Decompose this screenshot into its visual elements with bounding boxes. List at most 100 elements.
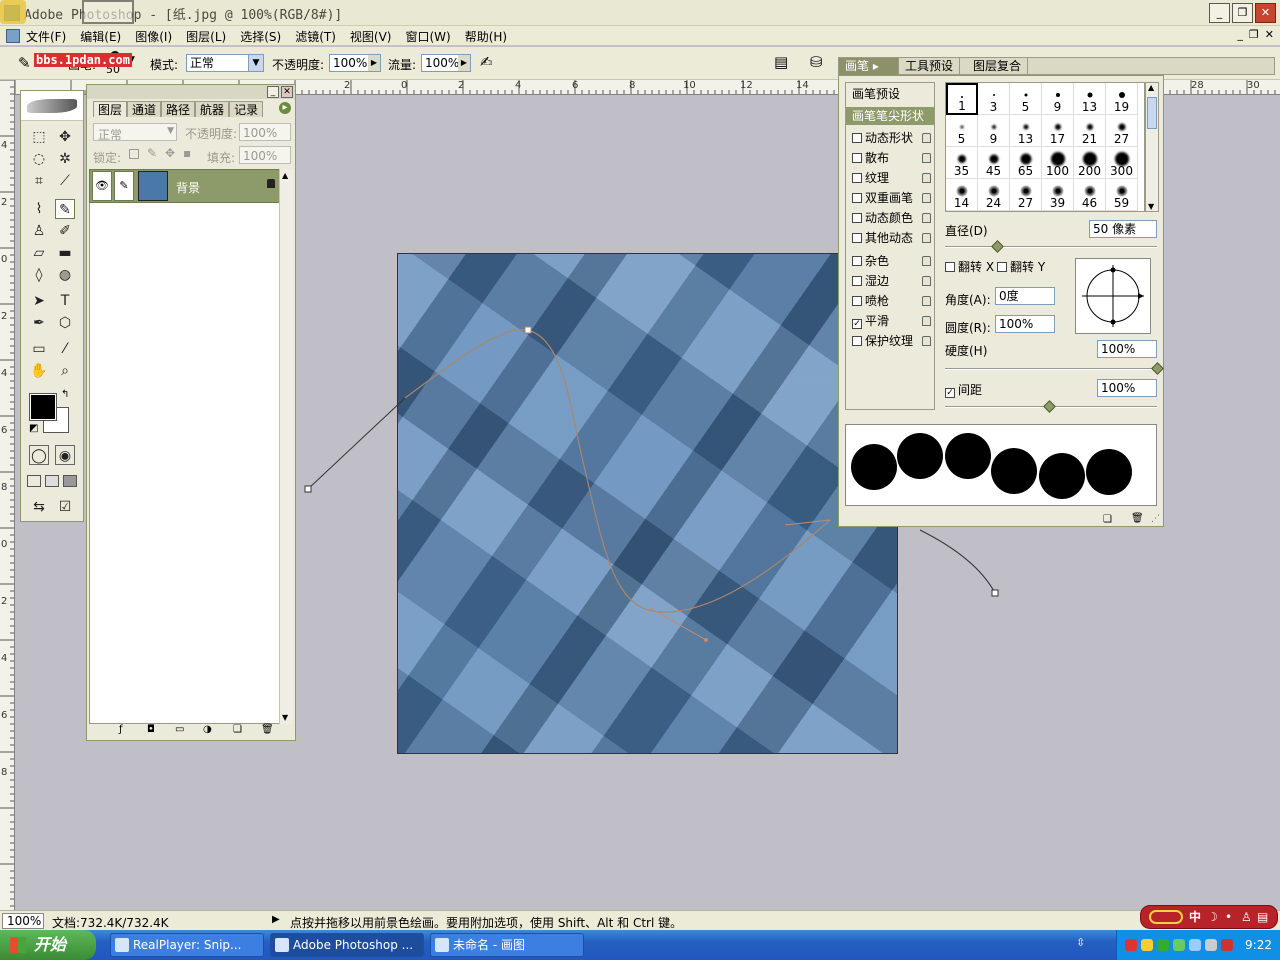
brush-option-1[interactable]: 散布 [846,149,934,167]
ime-punct-icon[interactable]: • [1225,906,1232,928]
standard-mode-icon[interactable]: ◯ [29,445,49,465]
brush-option-6[interactable]: 杂色 [846,252,934,270]
adjustment-layer-icon[interactable]: ◑ [203,724,212,735]
brush-picker-arrow-icon[interactable]: ▼ [128,55,135,65]
checkbox-icon[interactable] [852,296,862,306]
brush-option-4[interactable]: 动态颜色 [846,209,934,227]
lock-position-icon[interactable]: ✥ [165,146,175,160]
panel-minimize-button[interactable]: _ [267,86,279,98]
default-colors-icon[interactable]: ◩ [29,423,38,434]
brush-preset-cell[interactable]: 39 [1042,179,1074,211]
brush-preset-cell[interactable]: 13 [1010,115,1042,147]
lock-icon[interactable] [922,153,931,163]
notes-tool-icon[interactable]: ▭ [29,339,49,359]
angle-roundness-widget[interactable] [1075,258,1151,334]
lock-icon[interactable] [922,213,931,223]
gradient-tool-icon[interactable]: ▬ [55,243,75,263]
hand-tool-icon[interactable]: ✋ [29,361,49,381]
blur-tool-icon[interactable]: ◊ [29,265,49,285]
brush-option-3[interactable]: 双重画笔 [846,189,934,207]
doc-minimize-button[interactable]: _ [1237,28,1243,41]
document-size[interactable]: 文档:732.4K/732.4K [52,914,169,931]
screen-mode-full-menu-icon[interactable] [45,475,59,487]
close-button[interactable]: ✕ [1255,3,1276,23]
menu-select[interactable]: 选择(S) [240,28,281,45]
flip-x-check-icon[interactable] [945,262,955,272]
type-tool-icon[interactable]: T [55,291,75,311]
task-realplayer[interactable]: RealPlayer: Snip... [110,933,264,957]
brush-preset-cell[interactable]: 17 [1042,115,1074,147]
brush-preset-cell[interactable]: 19 [1106,83,1138,115]
mode-select[interactable]: 正常 ▼ [186,54,264,72]
vertical-ruler[interactable]: 4 2 0 2 4 6 8 0 2 4 6 8 [0,80,15,910]
magic-wand-tool-icon[interactable]: ✲ [55,149,75,169]
network-icon[interactable] [1173,939,1185,951]
menu-filter[interactable]: 滤镜(T) [295,28,336,45]
brush-preset-cell[interactable]: 3 [978,83,1010,115]
ime-moon-icon[interactable]: ☽ [1207,906,1218,928]
brush-option-8[interactable]: 喷枪 [846,292,934,310]
lock-icon[interactable] [922,256,931,266]
scroll-thumb[interactable] [1147,97,1157,129]
lock-icon[interactable] [922,276,931,286]
layer-mask-icon[interactable]: ◘ [147,724,155,735]
spacing-check-icon[interactable]: ✓ [945,388,955,398]
tab-layers[interactable]: 图层 [93,101,128,117]
qq-icon[interactable] [1125,939,1137,951]
menu-file[interactable]: 文件(F) [26,28,66,45]
ime-chinese-mode[interactable]: 中 [1189,906,1201,928]
dodge-tool-icon[interactable]: ◍ [55,265,75,285]
diameter-slider-track[interactable] [945,246,1157,248]
brush-option-10[interactable]: 保护纹理 [846,332,934,350]
checkbox-icon[interactable] [852,256,862,266]
ime-person-icon[interactable]: ♙ [1241,906,1252,928]
marquee-tool-icon[interactable]: ⬚ [29,127,49,147]
diameter-field[interactable]: 50 像素 [1089,220,1157,238]
brush-preset-cell[interactable]: 5 [946,115,978,147]
anchor-point[interactable] [304,485,312,493]
layers-scrollbar[interactable]: ▲ ▼ [279,169,293,724]
lock-transparency-icon[interactable] [129,149,139,159]
layers-panel-header[interactable]: _ ✕ [87,85,295,99]
new-layer-icon[interactable]: ❏ [233,724,242,735]
anchor-point[interactable] [991,589,999,597]
resize-grip-icon[interactable]: ⋰ [1151,514,1160,524]
brush-preset-cell[interactable]: 65 [1010,147,1042,179]
scroll-up-icon[interactable]: ▲ [282,171,288,180]
checkbox-icon[interactable] [852,233,862,243]
checkbox-icon[interactable] [852,133,862,143]
doc-restore-button[interactable]: ❐ [1249,28,1259,41]
task-photoshop[interactable]: Adobe Photoshop ... [270,933,424,957]
menu-view[interactable]: 视图(V) [350,28,392,45]
menu-help[interactable]: 帮助(H) [465,28,507,45]
brush-tool-icon[interactable]: ✎ [18,54,31,72]
screen-mode-full-icon[interactable] [63,475,77,487]
minimize-button[interactable]: _ [1209,3,1230,23]
slice-tool-icon[interactable]: ⟋ [55,171,75,191]
photoshop-app-icon[interactable] [4,5,20,21]
clone-stamp-tool-icon[interactable]: ♙ [29,221,49,241]
brush-preset-cell[interactable]: 100 [1042,147,1074,179]
file-browser-icon[interactable]: ▤ [774,53,788,71]
delete-brush-icon[interactable]: 🗑 [1131,513,1144,524]
roundness-field[interactable]: 100% [995,315,1055,333]
scroll-down-icon[interactable]: ▼ [282,713,288,722]
lock-icon[interactable] [922,316,931,326]
brush-preset-cell[interactable]: 27 [1010,179,1042,211]
brush-preset-cell[interactable]: 46 [1074,179,1106,211]
task-paint[interactable]: 未命名 - 画图 [430,933,584,957]
checkbox-icon[interactable] [852,276,862,286]
lock-icon[interactable] [922,296,931,306]
screen-mode-standard-icon[interactable] [27,475,41,487]
well-tab-layer-comps[interactable]: 图层复合 [967,58,1029,75]
brush-preset-cell[interactable]: 9 [1042,83,1074,115]
flip-y-check-icon[interactable] [997,262,1007,272]
menu-window[interactable]: 窗口(W) [405,28,450,45]
eyedropper-tool-icon[interactable]: ⁄ [55,339,75,359]
foreground-color-swatch[interactable] [29,393,57,421]
well-tab-tool-presets[interactable]: 工具预设 [899,58,961,75]
flip-x-checkbox[interactable]: 翻转 X [945,258,994,275]
imageready-icon[interactable]: ⇆ [29,497,49,517]
brush-option-5[interactable]: 其他动态 [846,229,934,247]
lock-icon[interactable] [922,133,931,143]
